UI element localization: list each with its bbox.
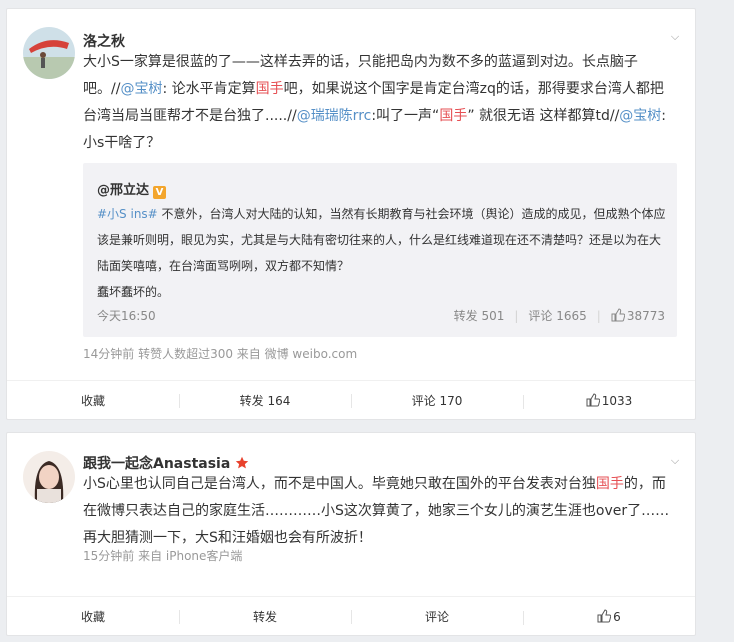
thumbs-up-icon xyxy=(586,392,600,406)
author-name[interactable]: 洛之秋 xyxy=(83,31,125,51)
favorite-button[interactable]: 收藏 xyxy=(7,608,179,625)
divider: | xyxy=(514,309,519,323)
avatar[interactable] xyxy=(23,27,75,79)
mention-link[interactable]: @瑞瑞陈rrc xyxy=(297,108,372,124)
like-count: 1033 xyxy=(601,393,633,408)
post-content: 小S心里也认同自己是台湾人，而不是中国人。毕竟她只敢在国外的平台发表对台独国手的… xyxy=(83,471,671,552)
repost-button[interactable]: 转发 xyxy=(179,608,351,625)
comment-button[interactable]: 评论 170 xyxy=(351,392,523,409)
weibo-feed: ⌵ 洛之秋 大小S一家算是很蓝的了——这样去弄的话，只能把岛内为数不多的蓝逼到对… xyxy=(0,0,734,642)
weibo-post-card: ⌵ 洛之秋 大小S一家算是很蓝的了——这样去弄的话，只能把岛内为数不多的蓝逼到对… xyxy=(6,8,696,420)
comment-button[interactable]: 评论 xyxy=(351,608,523,625)
keyword-link[interactable]: 国手 xyxy=(596,476,624,492)
thumbs-up-icon xyxy=(611,308,625,322)
content-text: 小S心里也认同自己是台湾人，而不是中国人。毕竟她只敢在国外的平台发表对台独 xyxy=(83,476,596,492)
quoted-author[interactable]: @邢立达 V xyxy=(97,179,167,199)
repost-button[interactable]: 转发 164 xyxy=(179,392,351,409)
quoted-timestamp[interactable]: 今天16:50 xyxy=(97,307,156,324)
keyword-link[interactable]: 国手 xyxy=(439,108,467,124)
mention-link[interactable]: @宝树 xyxy=(619,108,661,124)
quoted-body: 不意外，台湾人对大陆的认知，当然有长期教育与社会环境（舆论）造成的成见，但成熟个… xyxy=(97,207,666,273)
quoted-like-count: 38773 xyxy=(626,309,665,323)
quoted-body-line2: 蠢坏蠢坏的。 xyxy=(97,285,170,299)
quoted-comment-link[interactable]: 评论 1665 xyxy=(528,307,586,324)
quoted-like-link[interactable]: 38773 xyxy=(611,308,665,323)
post-meta: 15分钟前 来自 iPhone客户端 xyxy=(83,549,243,563)
post-content: 大小S一家算是很蓝的了——这样去弄的话，只能把岛内为数不多的蓝逼到对边。长点脑子… xyxy=(83,49,671,157)
content-text: :叫了一声“ xyxy=(371,108,440,124)
quoted-repost-link[interactable]: 转发 501 xyxy=(454,307,505,324)
like-button[interactable]: 1033 xyxy=(523,392,695,409)
quoted-content: #小S ins# 不意外，台湾人对大陆的认知，当然有长期教育与社会环境（舆论）造… xyxy=(97,201,667,305)
quoted-actions: 转发 501 | 评论 1665 | 38773 xyxy=(454,307,665,324)
chevron-down-icon[interactable]: ⌵ xyxy=(669,31,681,43)
post-action-bar: 收藏 转发 评论 6 xyxy=(7,596,695,635)
divider: | xyxy=(596,309,601,323)
post-meta: 14分钟前 转赞人数超过300 来自 微博 weibo.com xyxy=(83,347,358,361)
favorite-button[interactable]: 收藏 xyxy=(7,392,179,409)
quoted-post[interactable]: @邢立达 V #小S ins# 不意外，台湾人对大陆的认知，当然有长期教育与社会环… xyxy=(83,163,677,337)
avatar[interactable] xyxy=(23,451,75,503)
star-badge-icon xyxy=(235,456,249,469)
thumbs-up-icon xyxy=(597,608,612,622)
content-text: : 论水平肯定算 xyxy=(162,81,256,97)
post-action-bar: 收藏 转发 164 评论 170 1033 xyxy=(7,380,695,419)
like-count: 6 xyxy=(613,609,621,624)
hashtag-link[interactable]: #小S ins# xyxy=(97,207,158,221)
chevron-down-icon[interactable]: ⌵ xyxy=(669,455,681,467)
author-name-text[interactable]: 跟我一起念Anastasia xyxy=(83,456,230,472)
verified-badge-icon: V xyxy=(153,186,167,199)
quoted-author-name[interactable]: @邢立达 xyxy=(97,183,149,198)
content-text: ” 就很无语 这样都算td// xyxy=(467,108,620,124)
mention-link[interactable]: @宝树 xyxy=(120,81,162,97)
like-button[interactable]: 6 xyxy=(523,608,695,625)
weibo-post-card: ⌵ 跟我一起念Anastasia 小S心里也认同自己是台湾人，而不是中国人。毕竟… xyxy=(6,432,696,636)
author-name[interactable]: 跟我一起念Anastasia xyxy=(83,453,249,473)
keyword-link[interactable]: 国手 xyxy=(256,81,284,97)
